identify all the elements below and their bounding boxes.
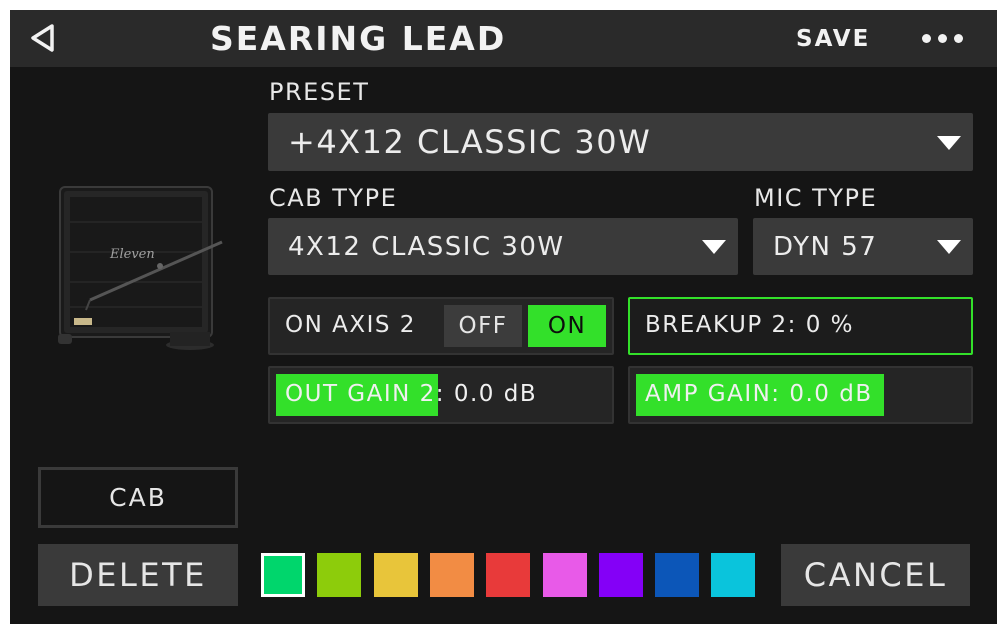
color-swatch[interactable] [486,553,530,597]
more-dots-icon[interactable] [918,25,966,53]
cab-brand-logo: Eleven [109,247,155,262]
save-button[interactable]: SAVE [796,20,870,58]
color-swatch[interactable] [261,553,305,597]
color-swatch[interactable] [655,553,699,597]
top-bar: SEARING LEAD SAVE [10,10,997,67]
back-triangle-icon[interactable] [28,23,58,53]
mic-type-dropdown[interactable]: DYN 57 [753,218,973,275]
delete-button[interactable]: DELETE [38,544,238,606]
color-swatch[interactable] [543,553,587,597]
color-swatch[interactable] [711,553,755,597]
dot [922,34,931,43]
out-gain-text: OUT GAIN 2: 0.0 dB [285,381,538,407]
on-axis-on-button[interactable]: ON [528,305,606,347]
cab-editor-screen: SEARING LEAD SAVE Eleven PRESET +4X12 CL… [10,10,997,624]
preset-dropdown[interactable]: +4X12 CLASSIC 30W [268,113,973,171]
cab-type-value: 4X12 CLASSIC 30W [288,231,565,262]
mic-type-value: DYN 57 [773,231,878,262]
cab-type-dropdown[interactable]: 4X12 CLASSIC 30W [268,218,738,275]
chevron-down-icon [937,136,961,150]
cancel-button[interactable]: CANCEL [781,544,970,606]
page-title: SEARING LEAD [210,19,507,58]
dot [938,34,947,43]
on-axis-toggle: ON AXIS 2 OFF ON [268,297,614,355]
amp-gain-knob[interactable]: AMP GAIN: 0.0 dB [628,366,973,424]
color-swatch[interactable] [599,553,643,597]
mic-type-label: MIC TYPE [754,184,878,212]
on-axis-off-button[interactable]: OFF [444,305,522,347]
preset-value: +4X12 CLASSIC 30W [288,123,652,161]
speaker-cabinet-image: Eleven [58,186,223,350]
chevron-down-icon [702,240,726,254]
dot [954,34,963,43]
amp-gain-text: AMP GAIN: 0.0 dB [645,381,873,407]
color-swatch[interactable] [317,553,361,597]
cab-button[interactable]: CAB [38,467,238,528]
preset-label: PRESET [269,78,370,106]
color-swatch[interactable] [430,553,474,597]
chevron-down-icon [937,240,961,254]
on-axis-label: ON AXIS 2 [285,312,416,338]
breakup-knob[interactable]: BREAKUP 2: 0 % [628,297,973,355]
out-gain-knob[interactable]: OUT GAIN 2: 0.0 dB [268,366,614,424]
color-swatch[interactable] [374,553,418,597]
breakup-text: BREAKUP 2: 0 % [645,312,854,338]
cab-type-label: CAB TYPE [269,184,398,212]
